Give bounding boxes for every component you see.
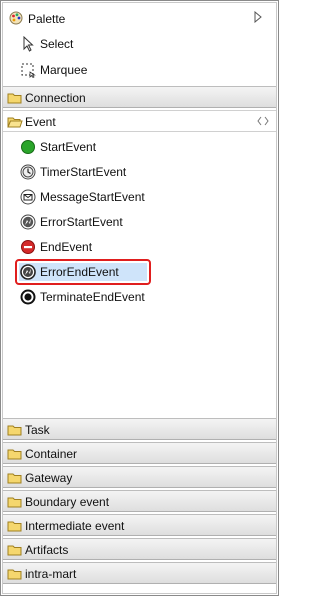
palette-header[interactable]: Palette xyxy=(3,3,276,33)
open-folder-icon xyxy=(7,117,23,128)
end-event-icon xyxy=(21,240,35,254)
folder-icon xyxy=(7,545,22,556)
tool-timer-start-event-label: TimerStartEvent xyxy=(40,165,127,179)
palette-inner: Palette Select Marquee Connection Event xyxy=(2,2,277,594)
error-end-event-icon xyxy=(20,264,36,280)
drawer-connection[interactable]: Connection xyxy=(3,86,276,108)
timer-start-event-icon xyxy=(20,164,36,180)
drawer-connection-label: Connection xyxy=(25,91,86,105)
drawer-task-label: Task xyxy=(25,423,50,437)
drawer-boundary-event-label: Boundary event xyxy=(25,495,110,509)
drawer-gateway[interactable]: Gateway xyxy=(3,466,276,488)
drawer-artifacts[interactable]: Artifacts xyxy=(3,538,276,560)
drawer-intra-mart[interactable]: intra-mart xyxy=(3,562,276,584)
tool-error-end-event-label: ErrorEndEvent xyxy=(40,265,119,279)
tool-error-start-event-label: ErrorStartEvent xyxy=(40,215,123,229)
palette-panel: Palette Select Marquee Connection Event xyxy=(0,0,279,596)
drawer-container[interactable]: Container xyxy=(3,442,276,464)
folder-icon xyxy=(7,93,22,104)
drawer-intermediate-event-label: Intermediate event xyxy=(25,519,125,533)
tool-start-event-label: StartEvent xyxy=(40,140,97,154)
collapse-palette-icon[interactable] xyxy=(253,11,263,23)
folder-icon xyxy=(7,521,22,532)
drawer-event[interactable]: Event xyxy=(3,110,276,132)
drawer-boundary-event[interactable]: Boundary event xyxy=(3,490,276,512)
terminate-end-event-icon xyxy=(20,289,36,305)
drawer-event-label: Event xyxy=(25,115,56,129)
folder-icon xyxy=(7,497,22,508)
tool-marquee-label: Marquee xyxy=(40,63,88,77)
palette-title: Palette xyxy=(28,12,66,26)
folder-icon xyxy=(7,569,22,580)
drawer-intra-mart-label: intra-mart xyxy=(25,567,77,581)
tool-select-label: Select xyxy=(40,37,74,51)
folder-icon xyxy=(7,425,22,436)
pointer-arrow-icon xyxy=(23,36,34,52)
tool-terminate-end-event-label: TerminateEndEvent xyxy=(40,290,145,304)
tool-end-event[interactable]: EndEvent xyxy=(18,236,263,258)
tool-timer-start-event[interactable]: TimerStartEvent xyxy=(18,161,263,183)
marquee-icon xyxy=(21,63,36,78)
tool-end-event-label: EndEvent xyxy=(40,240,93,254)
drawer-intermediate-event[interactable]: Intermediate event xyxy=(3,514,276,536)
drawer-gateway-label: Gateway xyxy=(25,471,73,485)
tool-terminate-end-event[interactable]: TerminateEndEvent xyxy=(18,286,263,308)
drawer-artifacts-label: Artifacts xyxy=(25,543,69,557)
tool-select[interactable]: Select xyxy=(18,33,263,55)
message-start-event-icon xyxy=(20,189,36,205)
pin-drawer-icon[interactable] xyxy=(257,116,271,126)
drawer-container-label: Container xyxy=(25,447,78,461)
folder-icon xyxy=(7,449,22,460)
folder-icon xyxy=(7,473,22,484)
tool-message-start-event[interactable]: MessageStartEvent xyxy=(18,186,263,208)
tool-marquee[interactable]: Marquee xyxy=(18,59,263,81)
tool-start-event[interactable]: StartEvent xyxy=(18,136,263,158)
tool-message-start-event-label: MessageStartEvent xyxy=(40,190,145,204)
start-event-icon xyxy=(21,140,35,154)
palette-icon xyxy=(9,11,23,25)
error-start-event-icon xyxy=(20,214,36,230)
tool-error-start-event[interactable]: ErrorStartEvent xyxy=(18,211,263,233)
drawer-task[interactable]: Task xyxy=(3,418,276,440)
tool-error-end-event[interactable]: ErrorEndEvent xyxy=(18,261,263,283)
